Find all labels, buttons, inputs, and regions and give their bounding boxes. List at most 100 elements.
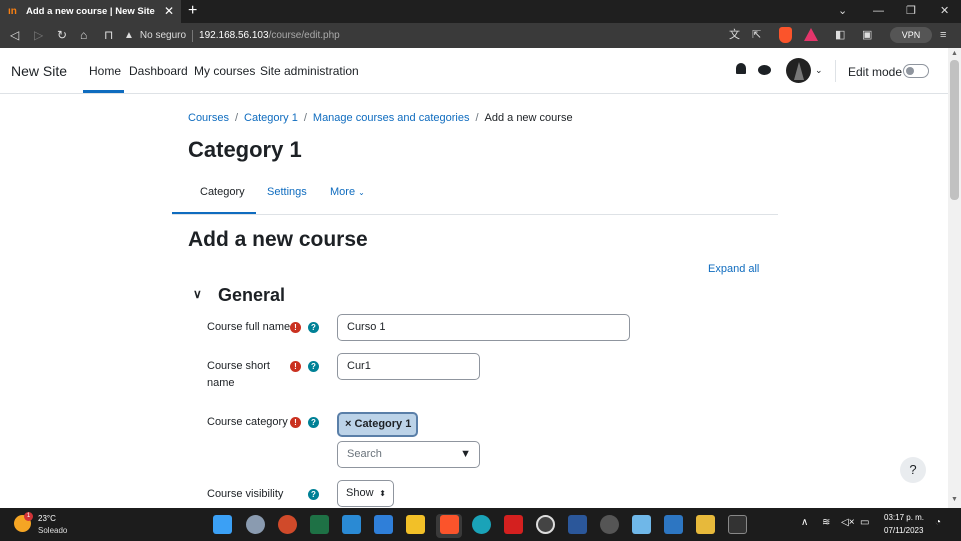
chevron-down-icon[interactable]: ⌄ bbox=[838, 4, 847, 18]
avatar[interactable] bbox=[786, 58, 811, 83]
breadcrumb-manage[interactable]: Manage courses and categories bbox=[313, 112, 470, 124]
nav-item-site-administration[interactable]: Site administration bbox=[260, 64, 359, 78]
translate-icon[interactable]: 文 bbox=[729, 28, 740, 42]
tab-settings[interactable]: Settings bbox=[267, 186, 307, 198]
bookmark-icon[interactable]: ⊓ bbox=[104, 28, 113, 42]
share-icon[interactable]: ⇱ bbox=[752, 28, 761, 42]
weather-condition: Soleado bbox=[38, 526, 68, 535]
page-scrollbar[interactable]: ▲ ▼ bbox=[948, 48, 961, 508]
breadcrumb-separator: / bbox=[475, 112, 479, 124]
selected-category-label: Category 1 bbox=[354, 418, 412, 430]
home-icon[interactable]: ⌂ bbox=[80, 28, 87, 42]
dropdown-arrow-icon[interactable]: ▼ bbox=[460, 442, 471, 467]
nav-item-home[interactable]: Home bbox=[89, 64, 121, 78]
scroll-up-icon[interactable]: ▲ bbox=[951, 50, 958, 57]
terminal-icon[interactable] bbox=[728, 515, 747, 534]
remove-icon[interactable]: × bbox=[345, 418, 351, 430]
minimize-icon[interactable]: — bbox=[873, 4, 884, 18]
help-fab-button[interactable]: ? bbox=[900, 457, 926, 483]
acrobat-icon[interactable] bbox=[504, 515, 523, 534]
vscode-icon[interactable] bbox=[342, 515, 361, 534]
breadcrumb-separator: / bbox=[303, 112, 307, 124]
settings-icon[interactable] bbox=[246, 515, 265, 534]
tab-more-label: More bbox=[330, 186, 356, 198]
chevron-down-icon[interactable]: ⌄ bbox=[815, 65, 823, 76]
start-icon[interactable] bbox=[213, 515, 232, 534]
clock-time[interactable]: 03:17 p. m. bbox=[884, 513, 924, 522]
bell-icon[interactable] bbox=[736, 63, 746, 74]
wifi-icon[interactable]: ≋ bbox=[822, 517, 830, 528]
tab-category[interactable]: Category bbox=[200, 186, 245, 198]
page-title: Category 1 bbox=[188, 137, 302, 162]
clock-date[interactable]: 07/11/2023 bbox=[884, 526, 923, 535]
nav-active-indicator bbox=[83, 90, 124, 93]
file-explorer-icon[interactable] bbox=[406, 515, 425, 534]
back-icon[interactable]: ◁ bbox=[10, 28, 19, 42]
site-brand[interactable]: New Site bbox=[11, 63, 67, 79]
nav-item-dashboard[interactable]: Dashboard bbox=[129, 64, 188, 78]
sidebar-icon[interactable]: ◧ bbox=[835, 28, 845, 42]
restore-icon[interactable]: ❐ bbox=[906, 4, 916, 18]
url-path: /course/edit.php bbox=[268, 30, 340, 41]
site-navbar: New Site Home Dashboard My courses Site … bbox=[0, 48, 948, 94]
help-icon[interactable]: ? bbox=[308, 322, 319, 333]
notification-icon[interactable]: ◔ bbox=[935, 517, 941, 528]
mail-icon[interactable] bbox=[374, 515, 393, 534]
tray-chevron-icon[interactable]: ∧ bbox=[801, 517, 808, 528]
collapse-chevron-icon[interactable]: ∨ bbox=[193, 287, 202, 301]
required-icon: ! bbox=[290, 417, 301, 428]
visibility-select[interactable]: Show ⬍ bbox=[337, 480, 394, 507]
brave-shields-icon[interactable] bbox=[779, 27, 792, 43]
scroll-down-icon[interactable]: ▼ bbox=[951, 496, 958, 503]
browser-tab-strip: ın Add a new course | New Site ✕ + ⌄ — ❐… bbox=[0, 0, 961, 23]
help-icon[interactable]: ? bbox=[308, 361, 319, 372]
new-tab-button[interactable]: + bbox=[188, 2, 197, 20]
visibility-label: Course visibility bbox=[207, 488, 284, 500]
wamp-icon[interactable] bbox=[600, 515, 619, 534]
battery-icon[interactable]: ▭ bbox=[860, 517, 869, 528]
chevron-down-icon: ⌄ bbox=[358, 188, 365, 197]
forward-icon[interactable]: ▷ bbox=[34, 28, 43, 42]
breadcrumb-current: Add a new course bbox=[484, 112, 573, 124]
section-title[interactable]: General bbox=[218, 285, 285, 306]
chat-icon[interactable] bbox=[758, 65, 771, 75]
close-window-icon[interactable]: ✕ bbox=[940, 4, 949, 18]
help-icon[interactable]: ? bbox=[308, 417, 319, 428]
selected-category-chip[interactable]: × Category 1 bbox=[337, 412, 418, 437]
url-field[interactable]: ▲ No seguro 192.168.56.103 /course/edit.… bbox=[124, 26, 724, 45]
brave-icon[interactable] bbox=[440, 515, 459, 534]
breadcrumb-category[interactable]: Category 1 bbox=[244, 112, 298, 124]
nav-item-my-courses[interactable]: My courses bbox=[194, 64, 255, 78]
excel-icon[interactable] bbox=[310, 515, 329, 534]
edge-icon[interactable] bbox=[472, 515, 491, 534]
paint-icon[interactable] bbox=[696, 515, 715, 534]
powerpoint-icon[interactable] bbox=[278, 515, 297, 534]
close-tab-icon[interactable]: ✕ bbox=[164, 4, 174, 18]
menu-icon[interactable]: ≡ bbox=[940, 28, 946, 42]
secondary-nav: Category Settings More ⌄ bbox=[172, 178, 778, 215]
breadcrumb: Courses / Category 1 / Manage courses and ca… bbox=[188, 112, 573, 124]
tab-more[interactable]: More ⌄ bbox=[330, 186, 365, 198]
brave-rewards-icon[interactable] bbox=[804, 28, 818, 41]
url-divider bbox=[192, 29, 194, 42]
scrollbar-thumb[interactable] bbox=[950, 60, 959, 200]
shortname-input[interactable]: Cur1 bbox=[337, 353, 480, 380]
vpn-button[interactable]: VPN bbox=[890, 27, 932, 43]
taskbar: 1 23°C Soleado ∧ ≋ ◁× ▭ 03:17 p. m. 07/1… bbox=[0, 508, 961, 541]
media-player-icon[interactable] bbox=[536, 515, 555, 534]
toggle-knob bbox=[906, 67, 914, 75]
category-search-input[interactable]: Search ▼ bbox=[337, 441, 480, 468]
browser-tab[interactable]: ın Add a new course | New Site ✕ bbox=[0, 0, 181, 23]
fullname-input[interactable]: Curso 1 bbox=[337, 314, 630, 341]
virtualbox-icon[interactable] bbox=[664, 515, 683, 534]
help-icon[interactable]: ? bbox=[308, 489, 319, 500]
word-icon[interactable] bbox=[568, 515, 587, 534]
wallet-icon[interactable]: ▣ bbox=[862, 28, 872, 42]
edit-mode-toggle[interactable] bbox=[903, 64, 929, 78]
reload-icon[interactable]: ↻ bbox=[57, 28, 67, 42]
notepad-icon[interactable] bbox=[632, 515, 651, 534]
volume-icon[interactable]: ◁× bbox=[841, 517, 855, 528]
breadcrumb-courses[interactable]: Courses bbox=[188, 112, 229, 124]
temperature: 23°C bbox=[38, 514, 56, 523]
expand-all-link[interactable]: Expand all bbox=[708, 263, 759, 275]
